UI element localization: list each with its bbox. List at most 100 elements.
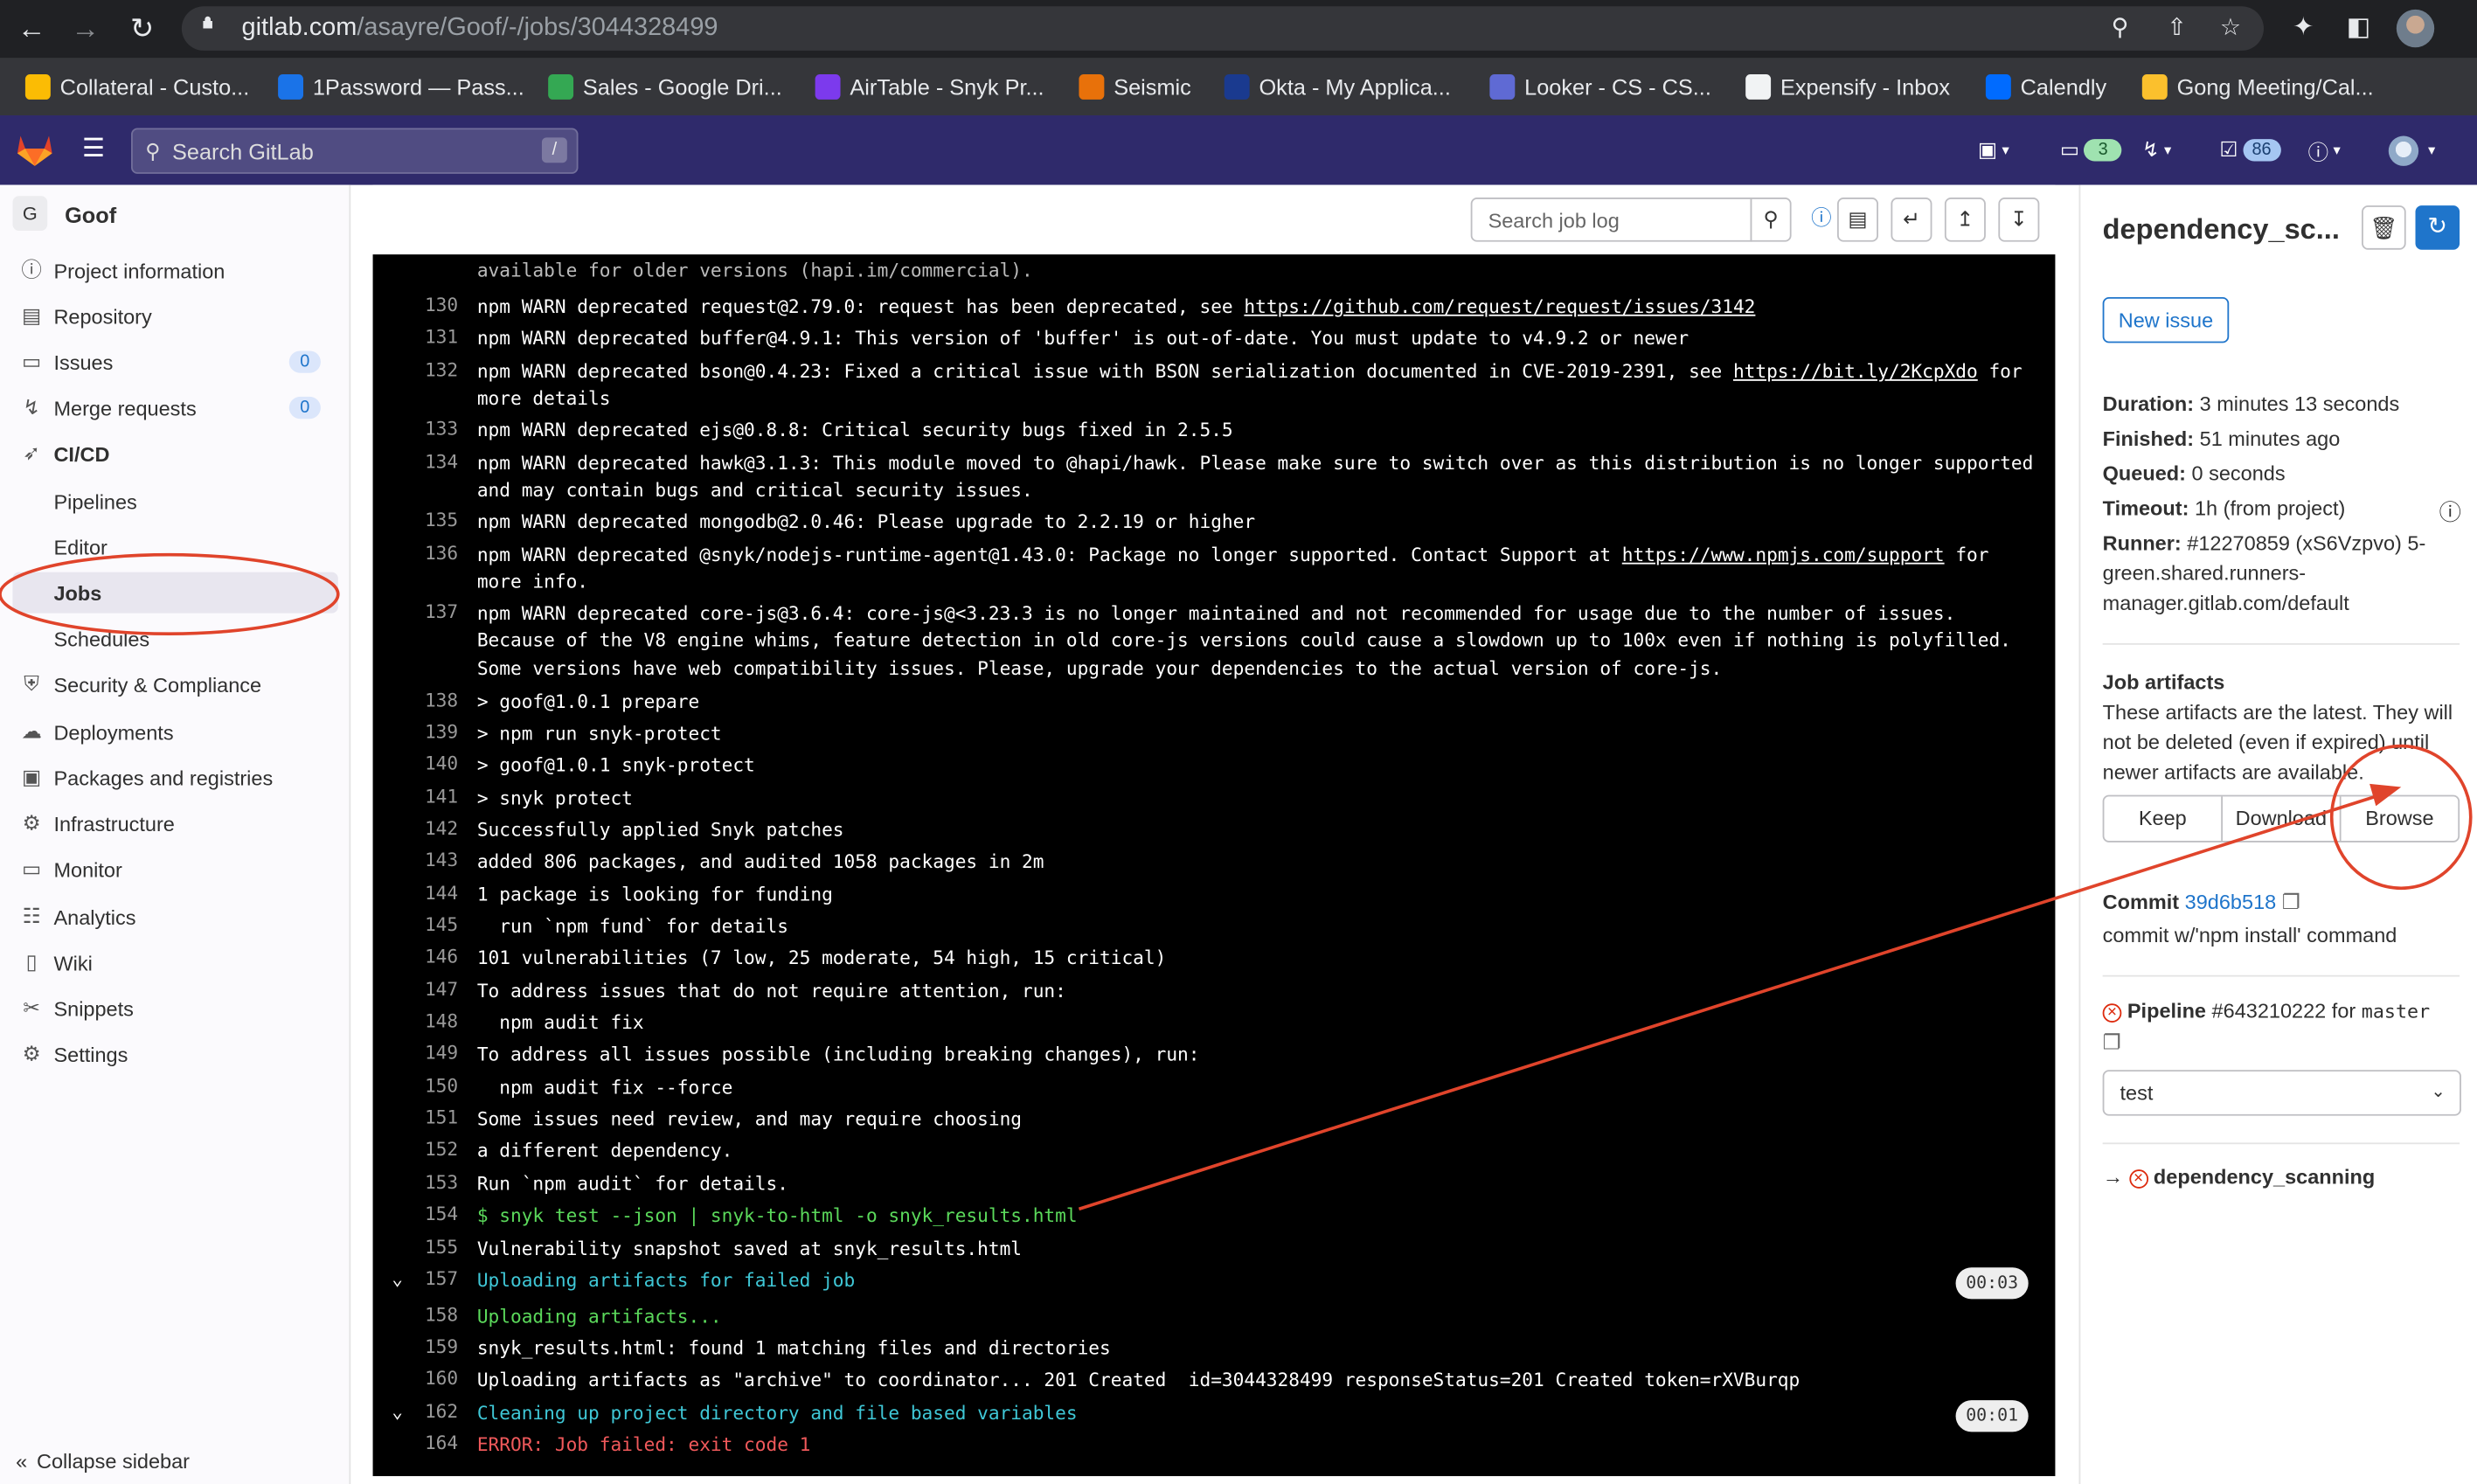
download-button[interactable]: Download [2223,796,2342,842]
issues-nav-button[interactable]: ▭ 3 [2060,135,2122,166]
sidebar-item-snippets[interactable]: ✂ Snippets [0,988,350,1029]
scroll-top-icon[interactable]: ↥ [1944,198,1986,242]
line-number[interactable]: 144 [398,882,458,904]
line-number[interactable]: 142 [398,817,458,839]
log-link[interactable]: https://bit.ly/2KcpXdo [1733,360,1978,382]
trash-icon[interactable]: 🗑 [2362,205,2406,250]
line-number[interactable]: 143 [398,849,458,870]
line-number[interactable]: 151 [398,1106,458,1128]
sidebar-item-packages-and-registries[interactable]: ▣ Packages and registries [0,757,350,798]
bookmark-item[interactable]: Expensify - Inbox [1745,73,1950,101]
line-number[interactable]: 159 [398,1335,458,1357]
sidebar-item-jobs[interactable]: Jobs [12,572,338,614]
sidebar-item-settings[interactable]: ⚙ Settings [0,1034,350,1075]
sidebar-item-security-compliance[interactable]: ⛨ Security & Compliance [0,663,350,704]
line-number[interactable]: 134 [398,450,458,472]
line-number[interactable]: 140 [398,752,458,774]
line-number[interactable]: 154 [398,1203,458,1224]
line-number[interactable]: 145 [398,913,458,935]
stage-dropdown[interactable]: test ⌄ [2102,1070,2461,1116]
sidebar-item-analytics[interactable]: ☷ Analytics [0,896,350,937]
bookmark-item[interactable]: 1Password — Pass... [278,73,524,101]
line-number[interactable]: 149 [398,1042,458,1064]
copy-icon[interactable]: ❐ [2282,890,2300,913]
sidebar-item-issues[interactable]: ▭ Issues 0 [0,342,350,383]
pipeline-id[interactable]: #643210222 [2212,999,2327,1023]
job-list-item[interactable]: → ✕ dependency_scanning [2103,1165,2376,1189]
line-number[interactable]: 146 [398,945,458,967]
share-icon[interactable]: ⇧ [2162,14,2191,43]
project-name[interactable]: Goof [65,202,116,227]
line-number[interactable]: 131 [398,326,458,348]
sidebar-item-deployments[interactable]: ☁ Deployments [0,711,350,752]
log-link[interactable]: https://github.com/request/request/issue… [1244,295,1755,317]
gitlab-logo-icon[interactable] [16,133,53,168]
bookmark-item[interactable]: Gong Meeting/Cal... [2141,73,2374,101]
retry-icon[interactable]: ↻ [2415,205,2460,250]
commit-sha-link[interactable]: 39d6b518 [2185,890,2277,913]
browse-button[interactable]: Browse [2342,796,2459,841]
project-avatar[interactable]: G [12,196,48,232]
help-button[interactable]: ⓘ ▾ [2308,135,2341,166]
line-number[interactable]: 160 [398,1367,458,1389]
chevron-down-icon[interactable]: ▾ [2428,135,2435,166]
line-number[interactable]: 130 [398,294,458,316]
sidebar-item-pipelines[interactable]: Pipelines [0,481,350,522]
sidebar-item-infrastructure[interactable]: ⚙ Infrastructure [0,803,350,844]
sidebar-item-merge-requests[interactable]: ↯ Merge requests 0 [0,387,350,428]
line-number[interactable]: 153 [398,1171,458,1193]
copy-icon[interactable]: ❐ [2103,1030,2121,1056]
line-number[interactable]: 147 [398,978,458,1000]
help-icon[interactable]: ⓘ [1801,198,1842,242]
line-number[interactable]: 132 [398,358,458,380]
search-gitlab-input[interactable]: ⚲ Search GitLab / [131,128,579,174]
sidebar-item-project-information[interactable]: ⓘ Project information [0,250,350,291]
line-number[interactable]: 148 [398,1010,458,1032]
branch-name[interactable]: master [2362,1001,2430,1023]
sidebar-item-editor[interactable]: Editor [0,526,350,567]
menu-icon[interactable]: ☰ [82,136,108,165]
bookmark-item[interactable]: Sales - Google Dri... [548,73,782,101]
search-job-log-input[interactable]: Search job log [1470,198,1752,242]
profile-avatar[interactable] [2396,9,2435,48]
user-avatar[interactable] [2388,135,2419,166]
line-number[interactable]: 157 [398,1267,458,1289]
sidebar-icon[interactable]: ◧ [2342,11,2376,46]
line-number[interactable]: 137 [398,600,458,622]
merge-requests-nav-button[interactable]: ↯ ▾ [2142,135,2171,166]
help-icon[interactable]: ⓘ [2439,496,2461,528]
reload-icon[interactable]: ↻ [123,10,161,47]
todos-nav-button[interactable]: ☑ 86 [2219,135,2281,166]
line-number[interactable]: 133 [398,417,458,439]
line-number[interactable]: 155 [398,1236,458,1258]
sidebar-item-wiki[interactable]: ▯ Wiki [0,942,350,983]
line-number[interactable]: 135 [398,509,458,530]
bookmark-item[interactable]: Collateral - Custo... [24,73,249,101]
collapse-sidebar-button[interactable]: « Collapse sidebar [16,1449,190,1473]
new-issue-button[interactable]: New issue [2102,296,2230,343]
keep-button[interactable]: Keep [2104,796,2224,842]
bookmark-item[interactable]: Looker - CS - CS... [1489,73,1711,101]
line-number[interactable]: 141 [398,786,458,808]
wrap-lines-icon[interactable]: ↵ [1891,198,1932,242]
line-number[interactable]: 162 [398,1400,458,1422]
bookmark-item[interactable]: Okta - My Applica... [1224,73,1451,101]
address-bar[interactable]: gitlab.com/asayre/Goof/-/jobs/3044328499… [181,6,2265,51]
line-number[interactable]: 152 [398,1138,458,1160]
bookmark-item[interactable]: AirTable - Snyk Pr... [815,73,1044,101]
sidebar-item-schedules[interactable]: Schedules [0,618,350,659]
sidebar-item-repository[interactable]: ▤ Repository [0,295,350,336]
back-icon[interactable]: ← [12,10,50,47]
star-icon[interactable]: ☆ [2217,14,2245,43]
scroll-bottom-icon[interactable]: ↧ [1998,198,2040,242]
bookmark-item[interactable]: Seismic [1079,73,1191,101]
line-number[interactable]: 136 [398,542,458,564]
create-new-button[interactable]: ▣ ▾ [1978,135,2009,166]
line-number[interactable]: 138 [398,689,458,711]
raw-log-icon[interactable]: ▤ [1837,198,1878,242]
bookmark-item[interactable]: Calendly [1985,73,2106,101]
search-icon[interactable]: ⚲ [1750,198,1792,242]
line-number[interactable]: 164 [398,1432,458,1453]
line-number[interactable]: 150 [398,1075,458,1097]
line-number[interactable]: 158 [398,1304,458,1326]
